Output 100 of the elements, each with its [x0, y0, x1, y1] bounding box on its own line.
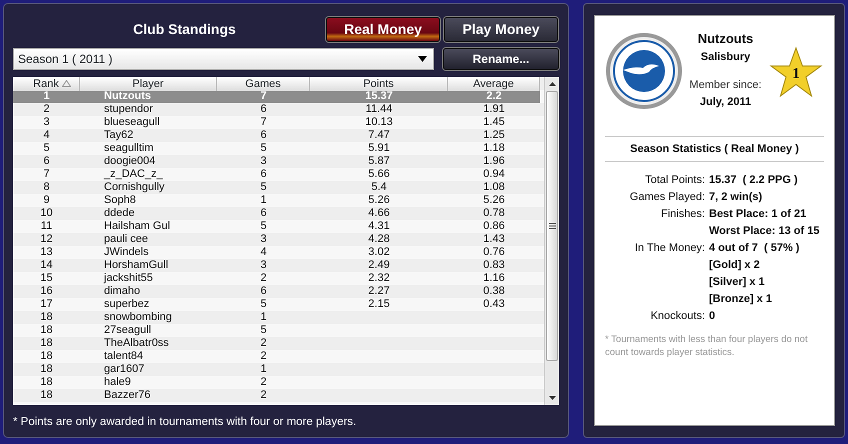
stat-label: Total Points:	[644, 172, 706, 188]
stat-value: Best Place: 1 of 21	[709, 206, 806, 222]
stat-label: Games Played:	[628, 190, 706, 204]
table-cell-text: 18	[39, 336, 54, 350]
table-cell-text: 6	[259, 168, 268, 181]
table-cell-text: 9	[42, 194, 51, 207]
table-cell-text: 4.66	[367, 206, 391, 220]
table-cell-text: 5	[259, 142, 268, 155]
table-cell-text: 6	[42, 154, 51, 168]
table-cell-text: Hailsham Gul	[103, 220, 172, 233]
table-cell-text: 5.26	[482, 194, 506, 207]
table-cell-text: 10	[39, 206, 54, 220]
player-name: Nutzouts	[698, 30, 754, 48]
table-cell-text: ddede	[103, 206, 136, 220]
table-cell-text: 6	[259, 128, 268, 142]
table-cell-text: 5.4	[370, 180, 388, 194]
table-cell-text: 5	[42, 142, 51, 155]
table-cell-text: 5	[259, 298, 268, 311]
stat-label: In The Money:	[634, 240, 706, 256]
column-header[interactable]: Player	[80, 76, 217, 91]
tab[interactable]: Play Money	[444, 17, 558, 42]
table-cell-text: hale9	[103, 376, 132, 389]
table-cell-text: blueseagull	[103, 116, 161, 129]
footnote: * Points are only awarded in tournaments with four or more players.	[13, 414, 358, 430]
table-cell-text: 0.38	[482, 284, 506, 298]
table-cell-text: 1	[259, 362, 268, 376]
table-cell-text: 18	[39, 388, 54, 402]
table-cell-text: 2	[259, 376, 268, 389]
stat-value: 15.37 ( 2.2 PPG )	[709, 172, 798, 188]
table-cell-text: 11.44	[364, 102, 394, 116]
table-cell-text: Soph8	[103, 194, 137, 207]
table-cell-text: 1.45	[482, 116, 506, 129]
table-cell-text: 6	[259, 206, 268, 220]
table-cell-text: 2	[259, 272, 268, 285]
table-cell-text: 13	[39, 246, 54, 259]
table-cell-text: 3	[259, 232, 268, 246]
member-since-label: Member since:	[689, 78, 762, 93]
table-cell-text: 5	[259, 324, 268, 337]
table-cell-text: Tay62	[103, 128, 134, 142]
table-cell-text: Cornishgully	[103, 180, 166, 194]
table-cell-text: 0.94	[482, 168, 506, 181]
section-title: Season Statistics ( Real Money )	[629, 142, 800, 157]
table-cell-text: 0.78	[482, 206, 506, 220]
table-cell-text: doogie004	[103, 154, 156, 168]
column-header[interactable]: Points	[310, 76, 448, 91]
column-header[interactable]: Games	[217, 76, 310, 91]
column-header[interactable]: Rank	[13, 76, 80, 91]
table-cell-text: 5.66	[367, 168, 391, 181]
table-cell-text: 16	[39, 284, 54, 298]
caret-icon	[418, 56, 427, 62]
table-cell-text: 1.43	[482, 232, 506, 246]
table-cell-text: 1.18	[482, 142, 506, 155]
table-cell-text: 4	[259, 246, 268, 259]
scrollbar[interactable]	[544, 76, 559, 405]
club-crest-icon	[605, 32, 683, 110]
table-cell-text: 7	[259, 116, 268, 129]
scroll-thumb[interactable]	[546, 90, 558, 361]
table-cell-text: 1	[259, 310, 268, 324]
table-cell-text: 3	[259, 154, 268, 168]
stat-label: Knockouts:	[650, 308, 706, 324]
table-cell-text: 18	[39, 376, 54, 389]
table-cell-text: 7	[42, 168, 51, 181]
table-cell-text: jackshit55	[102, 272, 154, 285]
stat-label: Finishes:	[660, 206, 706, 222]
table-cell-text: Bazzer76	[103, 388, 152, 402]
table-cell-text: 18	[39, 350, 54, 363]
table-cell-text: 3.02	[367, 246, 391, 259]
table-cell-text: 6	[259, 102, 268, 116]
table-cell-text: 11	[40, 220, 54, 233]
table-cell-text: 4.28	[367, 232, 391, 246]
column-header[interactable]: Average	[448, 76, 540, 91]
table-cell-text: 1.25	[482, 128, 506, 142]
table-cell-text: 2.49	[367, 258, 391, 272]
rename-button[interactable]: Rename...	[443, 48, 559, 70]
member-since-date: July, 2011	[700, 94, 752, 110]
table-cell-text: 12	[39, 232, 54, 246]
table-cell-text: 0.43	[482, 298, 506, 311]
table-cell-text: 5.26	[367, 194, 391, 207]
stat-value: [Silver] x 1	[709, 274, 765, 290]
table-cell-text: 1.08	[482, 180, 506, 194]
table-cell-text: 18	[39, 310, 54, 324]
table-cell-text: 10.13	[364, 116, 394, 129]
table-cell-text: 2	[259, 336, 268, 350]
statistics-note: * Tournaments with less than four players do not count towards player statistics.	[605, 332, 809, 358]
table-cell-text: 0.76	[482, 246, 506, 259]
stat-value: Worst Place: 13 of 15	[709, 224, 820, 238]
table-cell-text: 7.47	[367, 128, 391, 142]
player-location: Salisbury	[700, 50, 750, 64]
season-dropdown[interactable]: Season 1 ( 2011 )	[13, 48, 434, 70]
table-cell-text: HorshamGull	[103, 258, 170, 272]
table-cell-text: 6	[259, 284, 268, 298]
table-cell-text: dimaho	[103, 284, 142, 298]
table-cell-text: pauli cee	[103, 232, 150, 246]
table-cell-text: 5.87	[367, 154, 391, 168]
table-cell-text: talent84	[103, 350, 144, 363]
tab[interactable]: Real Money	[326, 17, 440, 42]
table-cell-text: 1.96	[482, 154, 506, 168]
table-cell-text: 3	[42, 116, 51, 129]
table-cell-text: snowbombing	[103, 310, 173, 324]
table-cell-text: 1.16	[482, 272, 506, 285]
